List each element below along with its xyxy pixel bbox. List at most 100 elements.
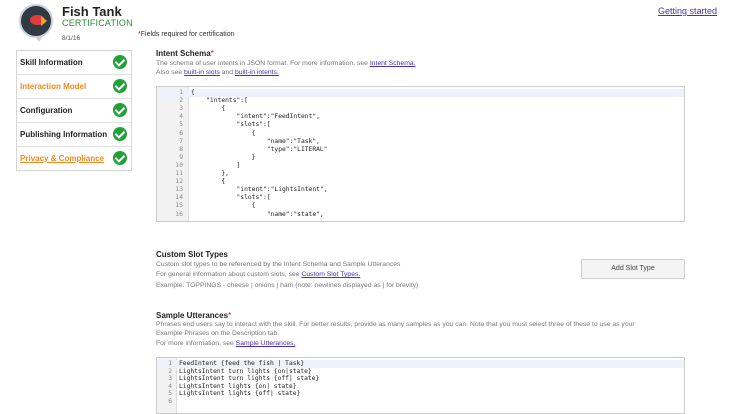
sample-utterances-link[interactable]: Sample Utterances. [236, 340, 296, 347]
sidebar-item-label: Skill Information [20, 58, 83, 67]
getting-started-link[interactable]: Getting started [658, 6, 717, 16]
required-star: * [228, 311, 232, 320]
line-number: 11 [175, 170, 183, 177]
required-fields-note: *Fields required for certification [138, 31, 235, 38]
code-text: "intent":"LightsIntent", [191, 186, 328, 194]
code-text: LightsIntent lights {on| state} [179, 382, 297, 390]
code-text: LightsIntent lights {off| state} [179, 390, 301, 398]
sidebar-item-label: Interaction Model [20, 82, 87, 91]
desc-text: Also see [156, 69, 184, 76]
sample-utterances-desc-2: Example Phrases on the Description tab. [156, 330, 280, 337]
intent-schema-title: Intent Schema* [156, 49, 214, 58]
desc-text: For more information, see [156, 340, 236, 347]
code-text: LightsIntent turn lights {off| state} [179, 375, 320, 383]
line-number: 12 [175, 178, 183, 186]
line-number: 16 [175, 210, 183, 218]
line-number: 3 [168, 375, 172, 383]
sidebar-item-label: Configuration [20, 106, 73, 115]
intent-schema-link[interactable]: Intent Schema. [370, 60, 416, 67]
sample-utterances-title: Sample Utterances* [156, 311, 231, 320]
code-text: "type":"LITERAL" [191, 145, 328, 153]
line-number: 2 [168, 367, 172, 375]
code-line: 8 "type":"LITERAL" [157, 146, 684, 154]
code-line: 16 "name":"state", [157, 211, 684, 219]
code-line: 11 }, [157, 170, 684, 178]
intent-schema-title-text: Intent Schema [156, 49, 211, 58]
line-number: 4 [179, 113, 183, 121]
sample-utterances-editor[interactable]: 1 FeedIntent {feed the fish | Task} 2 Light… [156, 357, 685, 414]
line-number: 3 [179, 105, 183, 113]
sidebar-item-publishing-information[interactable]: Publishing Information [17, 123, 131, 147]
intent-schema-editor[interactable]: 1{2 "intents":[3 {4 "intent":"FeedIntent… [156, 86, 685, 222]
app-title: Fish Tank [62, 4, 122, 19]
line-number: 6 [179, 129, 183, 137]
code-text: "slots":[ [191, 194, 271, 202]
intent-schema-desc-2: Also see built-in slots and built-in int… [156, 69, 279, 76]
code-text: { [191, 129, 256, 137]
code-text: { [191, 178, 226, 186]
sidebar-item-configuration[interactable]: Configuration [17, 99, 131, 123]
checkmark-icon [113, 127, 127, 141]
app-subtitle: CERTIFICATION [62, 18, 133, 28]
code-line: 9 } [157, 154, 684, 162]
line-number: 8 [179, 145, 183, 153]
line-number: 4 [168, 382, 172, 390]
line-number: 7 [179, 137, 183, 145]
code-text: "name":"state", [191, 210, 324, 218]
code-line: 3 LightsIntent turn lights {off| state} [157, 375, 684, 383]
required-star: * [210, 49, 214, 58]
sample-utterances-desc-3: For more information, see Sample Utteran… [156, 340, 295, 347]
code-line: 4 LightsIntent lights {on| state} [157, 383, 684, 391]
code-text: "intents":[ [191, 97, 248, 105]
desc-text: and [219, 69, 235, 76]
code-text: }, [191, 170, 229, 177]
line-number: 9 [179, 153, 183, 161]
sidebar-item-interaction-model[interactable]: Interaction Model [17, 75, 131, 99]
code-line: 1 FeedIntent {feed the fish | Task} [157, 360, 684, 368]
desc-text: The schema of user intents in JSON forma… [156, 60, 370, 67]
app-logo [19, 4, 53, 38]
sidebar-item-label: Publishing Information [20, 130, 108, 139]
custom-slot-types-title: Custom Slot Types [156, 250, 228, 259]
code-text: { [191, 89, 195, 96]
line-number: 10 [175, 161, 183, 169]
line-number: 13 [175, 186, 183, 194]
sidebar-item-skill-information[interactable]: Skill Information [17, 51, 131, 75]
sidebar-nav: Skill Information Interaction Model Config… [16, 50, 132, 171]
line-number: 14 [175, 194, 183, 202]
line-number: 15 [175, 202, 183, 210]
code-text: LightsIntent turn lights {on|state} [179, 367, 312, 375]
code-line: 10 ] [157, 162, 684, 170]
fish-tail-icon [41, 16, 47, 26]
code-line: 1{ [157, 89, 684, 97]
checkmark-icon [113, 151, 127, 165]
checkmark-icon [113, 79, 127, 93]
desc-text: For general information about custom slo… [156, 271, 302, 278]
checkmark-icon [113, 103, 127, 117]
code-line: 12 { [157, 178, 684, 186]
custom-slots-desc-2: For general information about custom slo… [156, 271, 360, 278]
sidebar-item-privacy-compliance[interactable]: Privacy & Compliance [17, 147, 131, 171]
line-number: 1 [168, 360, 172, 367]
custom-slot-types-link[interactable]: Custom Slot Types. [301, 271, 360, 278]
checkmark-icon [113, 55, 127, 69]
intent-schema-desc: The schema of user intents in JSON forma… [156, 60, 416, 67]
code-line: 15 { [157, 202, 684, 210]
sidebar-item-label: Privacy & Compliance [20, 154, 105, 163]
built-in-intents-link[interactable]: built-in intents. [235, 69, 279, 76]
line-number: 1 [179, 89, 183, 96]
sample-utterances-title-text: Sample Utterances [156, 311, 229, 320]
line-number: 6 [168, 398, 172, 405]
code-line: 7 "name":"Task", [157, 138, 684, 146]
code-text: FeedIntent {feed the fish | Task} [179, 360, 305, 367]
custom-slots-desc-1: Custom slot types to be referenced by th… [156, 261, 401, 268]
code-line: 4 "intent":"FeedIntent", [157, 113, 684, 121]
code-text: ] [191, 161, 241, 169]
code-line: 6 [157, 398, 684, 406]
app-date: 8/1/16 [62, 35, 81, 42]
logo-pin-decoration [35, 36, 43, 42]
add-slot-type-button[interactable]: Add Slot Type [581, 259, 685, 279]
built-in-slots-link[interactable]: built-in slots [184, 69, 220, 76]
code-line: 5 LightsIntent lights {off| state} [157, 390, 684, 398]
code-text: } [191, 153, 256, 161]
